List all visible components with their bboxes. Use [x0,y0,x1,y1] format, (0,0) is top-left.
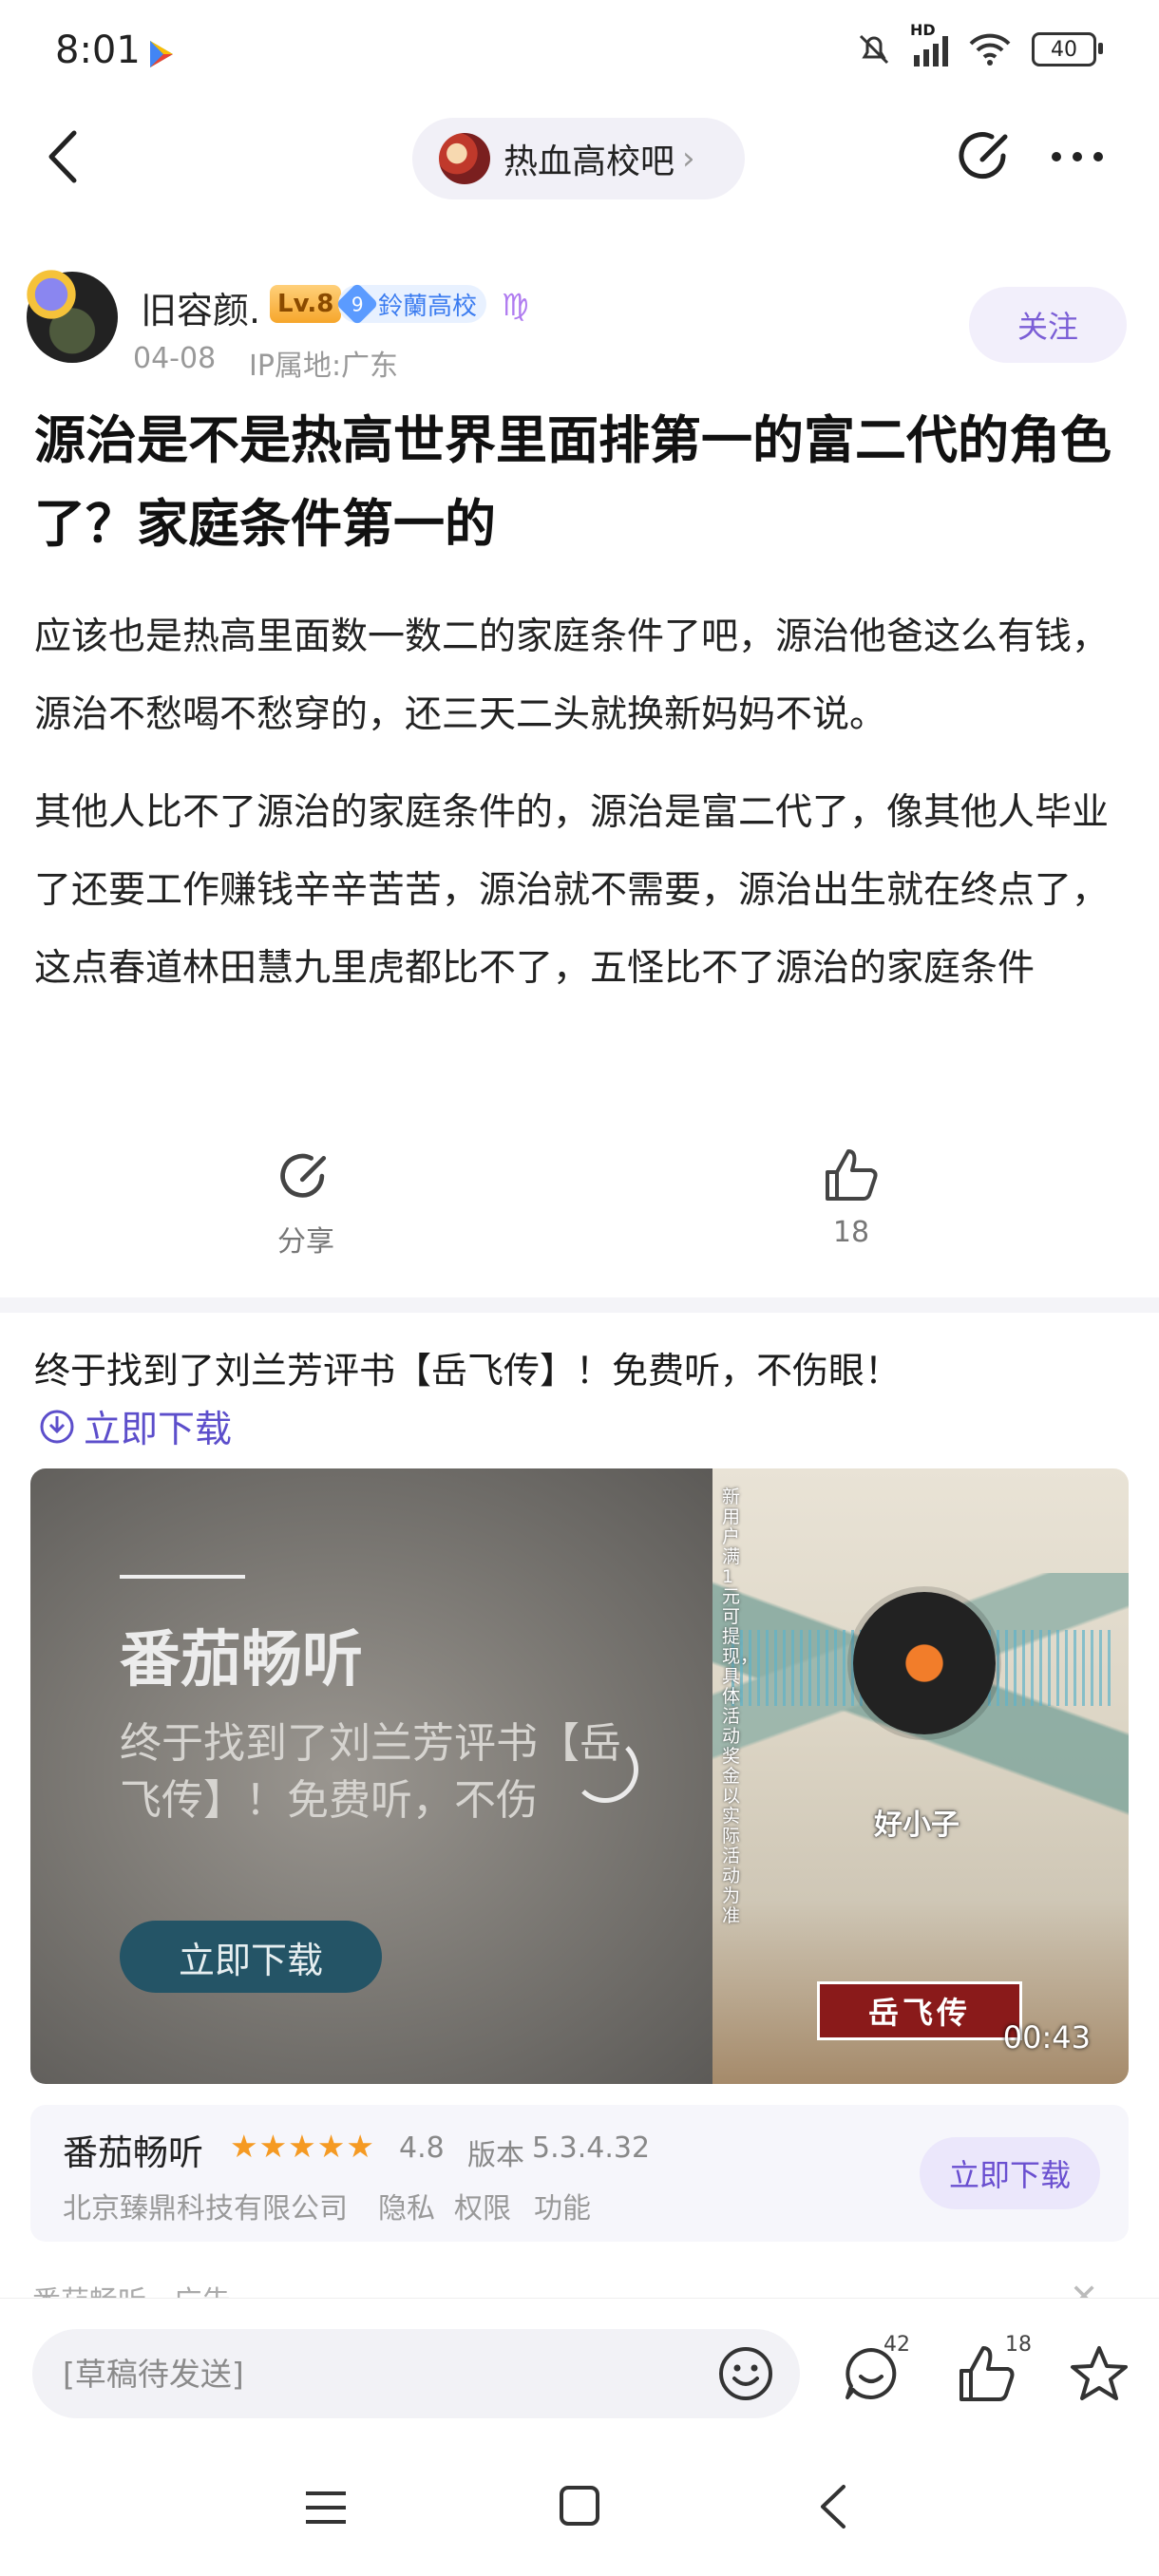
ad-song-title: 好小子 [874,1809,960,1842]
star-rating-icon: ★★★★★ [230,2128,375,2165]
forum-avatar [439,133,490,184]
app-rating: 4.8 [399,2131,445,2165]
battery-level: 40 [1051,37,1077,62]
star-favorite-icon[interactable] [1068,2342,1130,2405]
comment-count: 42 [884,2333,910,2357]
post-date: 04-08 [133,342,217,375]
level-badge: Lv.8 [270,285,342,323]
ad-title[interactable]: 终于找到了刘兰芳评书【岳飞传】！免费听，不伤眼！ [34,1341,901,1393]
emoji-icon[interactable] [716,2344,775,2403]
thumbs-up-icon [826,1149,878,1201]
status-icons: HD 40 [855,21,1103,68]
post-paragraph: 应该也是热高里面数一数二的家庭条件了吧，源治他爸这么有钱，源治不愁喝不愁穿的，还… [34,616,1110,736]
signal-icon: HD [910,21,948,66]
club-name: 鈴蘭高校 [378,292,478,321]
app-company: 北京臻鼎科技有限公司 [63,2192,348,2226]
like-count: 18 [832,1216,870,1249]
share-icon [280,1153,327,1198]
forum-pill[interactable]: 热血高校吧 › [412,118,745,199]
more-icon[interactable] [1049,142,1106,171]
mute-bell-icon [859,34,889,65]
follow-button[interactable]: 关注 [969,287,1127,363]
nav-menu-icon[interactable] [304,2489,348,2527]
video-duration: 00:43 [1002,2019,1091,2055]
ad-divider [120,1575,245,1579]
features-link[interactable]: 功能 [534,2185,591,2226]
ad-video-right: 新用户满1元可提现，具体活动奖金以实际活动为准 好小子 岳飞传 00:43 [712,1468,1129,2084]
zodiac-icon: ♍ [502,287,529,323]
ad-vertical-text: 新用户满1元可提现，具体活动奖金以实际活动为准 [722,1487,759,1926]
nav-home-icon[interactable] [559,2485,600,2527]
club-badge: 9 鈴蘭高校 [335,282,487,326]
app-version: 5.3.4.32 [532,2131,651,2165]
version-label: 版本 [467,2139,524,2172]
edit-share-icon[interactable] [958,127,1015,188]
battery-icon: 40 [1032,32,1103,66]
app-info-card[interactable]: 番茄畅听 ★★★★★ 4.8 版本 5.3.4.32 北京臻鼎科技有限公司 隐私… [30,2105,1129,2242]
ad-video-left: 番茄畅听 终于找到了刘兰芳评书【岳飞传】！免费听，不伤 立即下载 [30,1468,712,2084]
app-name: 番茄畅听 [63,2132,203,2173]
share-button[interactable]: 分享 [268,1149,344,1260]
post-title: 源治是不是热高世界里面排第一的富二代的角色了？家庭条件第一的 [34,410,1112,554]
nav-back-icon[interactable] [815,2483,849,2530]
ad-stamp: 岳飞传 [817,1981,1022,2040]
ad-video[interactable]: 番茄畅听 终于找到了刘兰芳评书【岳飞传】！免费听，不伤 立即下载 新用户满1元可… [30,1468,1129,2084]
ad-brand: 番茄畅听 [120,1625,363,1695]
share-label: 分享 [277,1225,334,1259]
club-level: 9 [351,292,364,315]
post-paragraph: 其他人比不了源治的家庭条件的，源治是富二代了，像其他人毕业了还要工作赚钱辛辛苦苦… [34,791,1110,990]
post-ip: IP属地:广东 [249,350,399,383]
app-download-button[interactable]: 立即下载 [920,2137,1100,2209]
play-store-icon [150,41,173,67]
bottom-like-count: 18 [1005,2333,1032,2357]
ad-download-label: 立即下载 [84,1409,233,1451]
permissions-link[interactable]: 权限 [454,2185,511,2226]
chevron-right-icon: › [682,140,695,178]
vinyl-disc-icon [853,1592,996,1734]
forum-name: 热血高校吧 [504,142,675,181]
download-icon [40,1410,74,1444]
status-time: 8:01 [55,28,141,72]
author-name[interactable]: 旧容颜. [141,281,260,333]
avatar-frame-icon [23,266,80,323]
like-button[interactable]: 18 [813,1146,889,1249]
loading-spinner-icon [572,1736,638,1803]
ad-download-link[interactable]: 立即下载 [38,1400,232,1453]
back-icon[interactable] [40,123,87,190]
privacy-link[interactable]: 隐私 [378,2185,435,2226]
ad-cta-button[interactable]: 立即下载 [120,1921,382,1993]
wifi-icon [969,33,1011,66]
network-type: HD [910,21,936,39]
section-divider [0,1297,1159,1313]
reply-input[interactable] [32,2329,800,2418]
club-level-icon: 9 [335,282,379,326]
